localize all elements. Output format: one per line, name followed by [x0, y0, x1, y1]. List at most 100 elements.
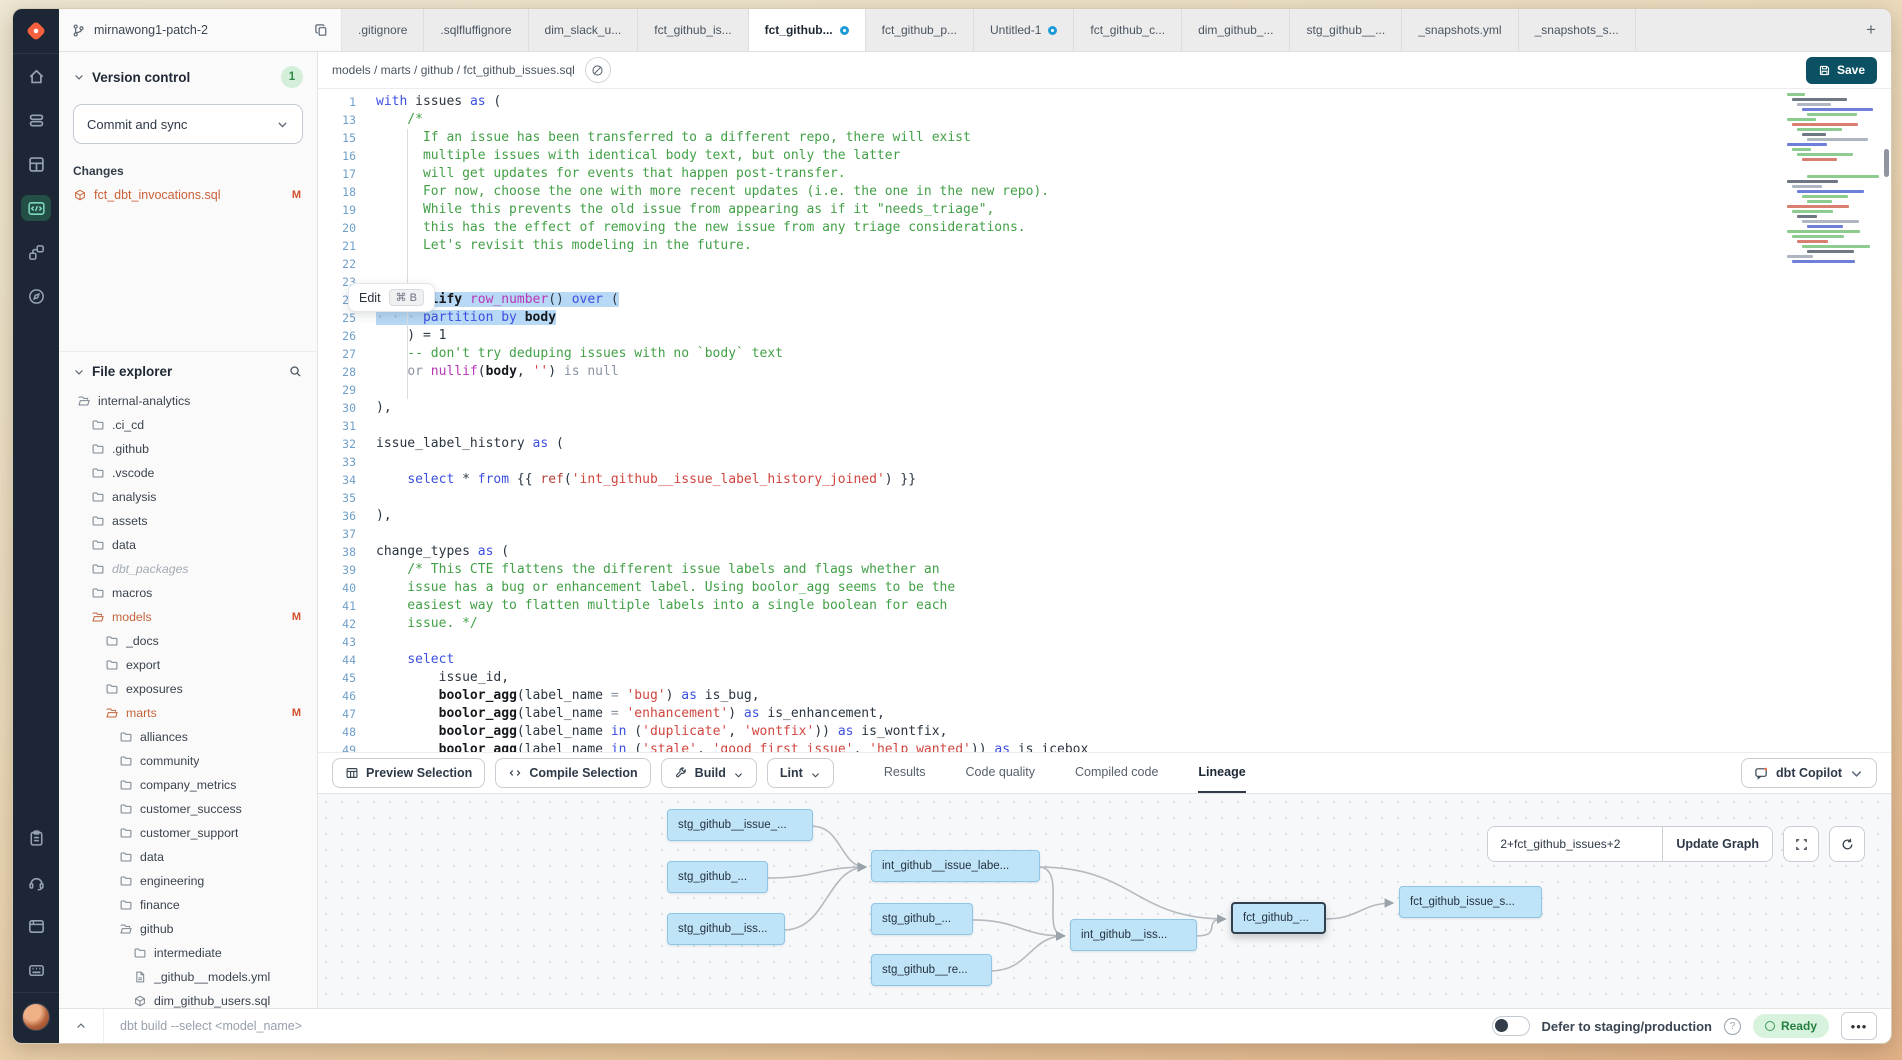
tree-item[interactable]: export	[73, 653, 303, 677]
editor-tab[interactable]: dim_github_...	[1182, 9, 1290, 51]
lineage-node[interactable]: fct_github_issue_s...	[1399, 886, 1542, 918]
tree-item[interactable]: .ci_cd	[73, 413, 303, 437]
editor-tab[interactable]: fct_github_is...	[638, 9, 748, 51]
lineage-node[interactable]: stg_github__iss...	[667, 913, 785, 945]
tree-item[interactable]: engineering	[73, 869, 303, 893]
tree-item-label: assets	[112, 514, 148, 528]
file-options-icon[interactable]	[585, 57, 611, 83]
avatar[interactable]	[22, 1003, 50, 1031]
help-icon[interactable]: ?	[1724, 1018, 1741, 1035]
update-graph-button[interactable]: Update Graph	[1662, 827, 1772, 861]
tree-item[interactable]: finance	[73, 893, 303, 917]
panel-tab-code-quality[interactable]: Code quality	[966, 753, 1036, 793]
lineage-selector-input[interactable]	[1488, 827, 1662, 861]
version-control-header[interactable]: Version control 1	[73, 66, 303, 88]
fullscreen-button[interactable]	[1783, 826, 1819, 862]
stack-icon[interactable]	[13, 98, 59, 142]
lineage-node[interactable]: fct_github_...	[1231, 902, 1326, 934]
lineage-node[interactable]: stg_github_...	[871, 903, 973, 935]
editor-tab[interactable]: fct_github_c...	[1074, 9, 1182, 51]
save-button[interactable]: Save	[1806, 57, 1877, 84]
expand-command-bar-button[interactable]	[59, 1009, 104, 1043]
editor-tab[interactable]: .sqlfluffignore	[424, 9, 528, 51]
tree-item[interactable]: github	[73, 917, 303, 941]
headset-icon[interactable]	[13, 860, 59, 904]
branch-selector[interactable]: mirnawong1-patch-2	[59, 9, 342, 51]
panel-tab-results[interactable]: Results	[884, 753, 926, 793]
grid-icon[interactable]	[13, 142, 59, 186]
build-button[interactable]: Build	[661, 758, 757, 788]
compass-icon[interactable]	[13, 274, 59, 318]
lineage-node[interactable]: stg_github__re...	[871, 954, 992, 986]
tree-item[interactable]: analysis	[73, 485, 303, 509]
lint-button[interactable]: Lint	[767, 758, 834, 788]
tree-item[interactable]: company_metrics	[73, 773, 303, 797]
search-icon[interactable]	[288, 364, 303, 379]
tree-item[interactable]: community	[73, 749, 303, 773]
tree-item[interactable]: modelsM	[73, 605, 303, 629]
minimap-line	[1802, 245, 1870, 248]
ready-label: Ready	[1781, 1019, 1817, 1033]
tree-item[interactable]: .vscode	[73, 461, 303, 485]
scrollbar-thumb[interactable]	[1884, 149, 1889, 177]
line-number: 48	[328, 723, 356, 741]
edit-tooltip[interactable]: Edit ⌘ B	[348, 283, 435, 312]
panel-tab-lineage[interactable]: Lineage	[1198, 753, 1245, 793]
new-tab-button[interactable]: +	[1851, 9, 1891, 51]
preview-selection-button[interactable]: Preview Selection	[332, 758, 485, 788]
browser-icon[interactable]	[13, 904, 59, 948]
tree-item[interactable]: macros	[73, 581, 303, 605]
editor-tab[interactable]: fct_github...	[749, 9, 866, 51]
changed-file-item[interactable]: fct_dbt_invocations.sqlM	[73, 188, 303, 202]
tree-item[interactable]: exposures	[73, 677, 303, 701]
lineage-node[interactable]: int_github__issue_labe...	[871, 850, 1040, 882]
defer-toggle[interactable]	[1492, 1016, 1530, 1036]
more-options-button[interactable]: •••	[1841, 1012, 1877, 1040]
copy-icon[interactable]	[314, 23, 329, 38]
minimap-line	[1802, 220, 1859, 223]
tree-item[interactable]: internal-analytics	[73, 389, 303, 413]
dbt-copilot-button[interactable]: dbt Copilot	[1741, 758, 1877, 788]
tree-item[interactable]: data	[73, 845, 303, 869]
tree-item[interactable]: intermediate	[73, 941, 303, 965]
tree-item[interactable]: alliances	[73, 725, 303, 749]
commit-and-sync-button[interactable]: Commit and sync	[73, 104, 303, 144]
editor-tab[interactable]: stg_github__...	[1290, 9, 1402, 51]
code-text: or nullif(body, '') is null	[376, 363, 1891, 381]
lineage-node[interactable]: stg_github__issue_...	[667, 809, 813, 841]
tree-item[interactable]: martsM	[73, 701, 303, 725]
compile-selection-button[interactable]: Compile Selection	[495, 758, 650, 788]
minimap-line	[1797, 103, 1831, 106]
tree-item-label: analysis	[112, 490, 156, 504]
editor-tab[interactable]: _snapshots_s...	[1519, 9, 1636, 51]
tree-item[interactable]: customer_success	[73, 797, 303, 821]
code-text: with issues as (	[376, 93, 1891, 111]
tree-item[interactable]: _docs	[73, 629, 303, 653]
dbt-logo[interactable]	[13, 9, 59, 54]
editor-tab[interactable]: dim_slack_u...	[529, 9, 639, 51]
editor-tab[interactable]: .gitignore	[342, 9, 424, 51]
tree-item[interactable]: _github__models.yml	[73, 965, 303, 989]
deploy-icon[interactable]	[13, 230, 59, 274]
lineage-node[interactable]: stg_github_...	[667, 861, 768, 893]
minimap[interactable]	[1787, 93, 1879, 263]
tree-item[interactable]: dbt_packages	[73, 557, 303, 581]
tree-item[interactable]: data	[73, 533, 303, 557]
tree-item[interactable]: assets	[73, 509, 303, 533]
editor-tab[interactable]: _snapshots.yml	[1402, 9, 1518, 51]
code-editor[interactable]: 1with issues as (13 /*15 If an issue has…	[318, 89, 1891, 752]
command-input[interactable]: dbt build --select <model_name>	[104, 1019, 1492, 1033]
editor-tab[interactable]: Untitled-1	[974, 9, 1074, 51]
refresh-button[interactable]	[1829, 826, 1865, 862]
tree-item[interactable]: customer_support	[73, 821, 303, 845]
tree-item[interactable]: .github	[73, 437, 303, 461]
home-icon[interactable]	[13, 54, 59, 98]
keypad-icon[interactable]	[13, 948, 59, 992]
panel-tab-compiled-code[interactable]: Compiled code	[1075, 753, 1158, 793]
lineage-node[interactable]: int_github__iss...	[1070, 919, 1197, 951]
tree-item[interactable]: dim_github_users.sql	[73, 989, 303, 1008]
clipboard-icon[interactable]	[13, 816, 59, 860]
code-editor-icon[interactable]	[13, 186, 59, 230]
file-explorer-header[interactable]: File explorer	[73, 364, 303, 379]
editor-tab[interactable]: fct_github_p...	[866, 9, 974, 51]
